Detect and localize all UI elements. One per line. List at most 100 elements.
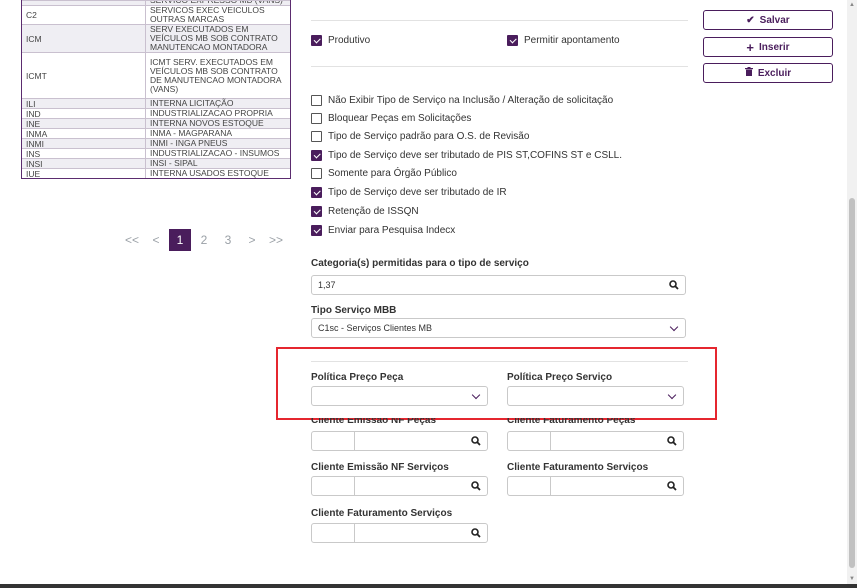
cliente-emissao-pecas-input[interactable]	[311, 431, 488, 451]
row-description: INMI - INGA PNEUS	[150, 138, 228, 148]
table-row[interactable]: INS INDUSTRIALIZACAO - INSUMOS	[22, 148, 290, 159]
cliente-fat-servicos-2-input[interactable]	[311, 523, 488, 543]
table-row[interactable]: IND INDUSTRIALIZACAO PROPRIA	[22, 108, 290, 119]
option-checkbox[interactable]: Tipo de Serviço deve ser tributado de IR	[311, 187, 507, 198]
option-label: Retenção de ISSQN	[328, 206, 419, 217]
option-label: Tipo de Serviço padrão para O.S. de Revi…	[328, 131, 530, 142]
next-page-button[interactable]: >	[240, 233, 264, 247]
search-icon[interactable]	[465, 436, 487, 446]
option-label: Bloquear Peças em Solicitações	[328, 113, 472, 124]
cliente-fat-servicos-input[interactable]	[507, 476, 684, 496]
tipo-mbb-select[interactable]: C1sc - Serviços Clientes MB	[311, 318, 686, 338]
option-checkbox[interactable]: Retenção de ISSQN	[311, 206, 419, 217]
prev-page-button[interactable]: <	[144, 233, 168, 247]
page-1-button[interactable]: 1	[169, 229, 191, 251]
cliente-fat-servicos-2-label: Cliente Faturamento Serviços	[311, 508, 453, 519]
search-icon[interactable]	[663, 280, 685, 290]
checkbox-checked-icon	[311, 150, 322, 161]
row-description: INTERNA NOVOS ESTOQUE	[150, 118, 264, 128]
row-description: INDUSTRIALIZACAO - INSUMOS	[150, 148, 280, 158]
row-code: INE	[22, 119, 146, 129]
option-label: Somente para Órgão Público	[328, 168, 457, 179]
checkbox-unchecked-icon	[311, 168, 322, 179]
permitir-apontamento-checkbox[interactable]: Permitir apontamento	[507, 35, 620, 46]
table-row[interactable]: ICM SERV EXECUTADOS EM VEÍCULOS MB SOB CO…	[22, 24, 290, 52]
row-description: SERV EXECUTADOS EM VEÍCULOS MB SOB CONTR…	[150, 24, 278, 52]
plus-icon: +	[746, 39, 754, 55]
table-row[interactable]: INMI INMI - INGA PNEUS	[22, 138, 290, 149]
table-row[interactable]: IUE INTERNA USADOS ESTOQUE	[22, 168, 290, 179]
option-checkbox[interactable]: Tipo de Serviço padrão para O.S. de Revi…	[311, 131, 529, 142]
row-code: INSI	[22, 159, 146, 169]
last-page-button[interactable]: >>	[264, 233, 288, 247]
cliente-emissao-servicos-label: Cliente Emissão NF Serviços	[311, 462, 449, 473]
scroll-down-icon[interactable]: ▼	[849, 576, 855, 582]
table-row[interactable]: INE INTERNA NOVOS ESTOQUE	[22, 118, 290, 129]
option-label: Tipo de Serviço deve ser tributado de IR	[328, 187, 507, 198]
tipo-mbb-value: C1sc - Serviços Clientes MB	[318, 323, 433, 333]
scrollbar-thumb[interactable]	[849, 198, 855, 568]
option-checkbox[interactable]: Não Exibir Tipo de Serviço na Inclusão /…	[311, 95, 613, 106]
save-button[interactable]: ✔ Salvar	[703, 10, 833, 30]
search-icon[interactable]	[465, 481, 487, 491]
row-description: INSI - SIPAL	[150, 158, 198, 168]
table-row[interactable]: INMA INMA - MAGPARANA	[22, 128, 290, 139]
check-icon: ✔	[746, 14, 755, 26]
table-row[interactable]: INSI INSI - SIPAL	[22, 158, 290, 169]
categoria-label: Categoria(s) permitidas para o tipo de s…	[311, 258, 529, 269]
cliente-emissao-servicos-input[interactable]	[311, 476, 488, 496]
row-description: SERVICOS EXEC VEICULOS OUTRAS MARCAS	[150, 5, 265, 24]
row-description: INDUSTRIALIZACAO PROPRIA	[150, 108, 273, 118]
divider	[311, 20, 688, 21]
search-icon[interactable]	[661, 481, 683, 491]
cliente-fat-pecas-input[interactable]	[507, 431, 684, 451]
search-icon[interactable]	[661, 436, 683, 446]
row-description: INMA - MAGPARANA	[150, 128, 233, 138]
categoria-input[interactable]: 1,37	[311, 275, 686, 295]
row-description: ICMT SERV. EXECUTADOS EM VEÍCULOS MB SOB…	[150, 56, 282, 94]
row-code	[22, 1, 146, 5]
checkbox-checked-icon	[311, 35, 322, 46]
row-code: ILI	[22, 99, 146, 109]
row-code: IUE	[22, 169, 146, 179]
cliente-fat-pecas-label: Cliente Faturamento Peças	[507, 418, 636, 426]
option-checkbox[interactable]: Bloquear Peças em Solicitações	[311, 113, 471, 124]
service-type-table: SERVICO EXPRESSO MB (VANS) C2 SERVICOS EXE…	[21, 0, 291, 179]
row-description: INTERNA LICITAÇÃO	[150, 98, 234, 108]
option-checkbox[interactable]: Tipo de Serviço deve ser tributado de PI…	[311, 150, 622, 161]
search-icon[interactable]	[465, 528, 487, 538]
pagination: << < 1 2 3 > >>	[120, 229, 288, 251]
page-3-button[interactable]: 3	[216, 233, 240, 247]
checkbox-checked-icon	[311, 206, 322, 217]
page-2-button[interactable]: 2	[192, 233, 216, 247]
checkbox-unchecked-icon	[311, 113, 322, 124]
first-page-button[interactable]: <<	[120, 233, 144, 247]
option-label: Enviar para Pesquisa Indecx	[328, 225, 456, 236]
produtivo-checkbox[interactable]: Produtivo	[311, 35, 370, 46]
option-label: Não Exibir Tipo de Serviço na Inclusão /…	[328, 95, 614, 106]
trash-icon	[744, 67, 753, 79]
checkbox-unchecked-icon	[311, 95, 322, 106]
table-row[interactable]: ICMT ICMT SERV. EXECUTADOS EM VEÍCULOS MB…	[22, 52, 290, 98]
checkbox-unchecked-icon	[311, 131, 322, 142]
insert-button[interactable]: + Inserir	[703, 37, 833, 57]
table-row[interactable]: ILI INTERNA LICITAÇÃO	[22, 98, 290, 109]
categoria-value: 1,37	[318, 280, 336, 290]
row-code: INMA	[22, 129, 146, 139]
row-code: INMI	[22, 139, 146, 149]
scroll-up-icon[interactable]: ▲	[849, 2, 855, 8]
row-code: IND	[22, 109, 146, 119]
option-checkbox[interactable]: Somente para Órgão Público	[311, 168, 457, 179]
option-checkbox[interactable]: Enviar para Pesquisa Indecx	[311, 225, 455, 236]
checkbox-checked-icon	[311, 187, 322, 198]
row-code: ICM	[22, 25, 146, 52]
divider	[311, 66, 688, 67]
highlight-box	[276, 347, 717, 420]
option-label: Tipo de Serviço deve ser tributado de PI…	[328, 150, 623, 161]
delete-button[interactable]: Excluir	[703, 63, 833, 83]
vertical-scrollbar[interactable]: ▲ ▼	[847, 0, 857, 584]
cliente-fat-servicos-label: Cliente Faturamento Serviços	[507, 462, 649, 473]
row-description: INTERNA USADOS ESTOQUE	[150, 168, 269, 178]
cliente-emissao-pecas-label: Cliente Emissão NF Peças	[311, 418, 437, 426]
table-row[interactable]: C2 SERVICOS EXEC VEICULOS OUTRAS MARCAS	[22, 5, 290, 24]
